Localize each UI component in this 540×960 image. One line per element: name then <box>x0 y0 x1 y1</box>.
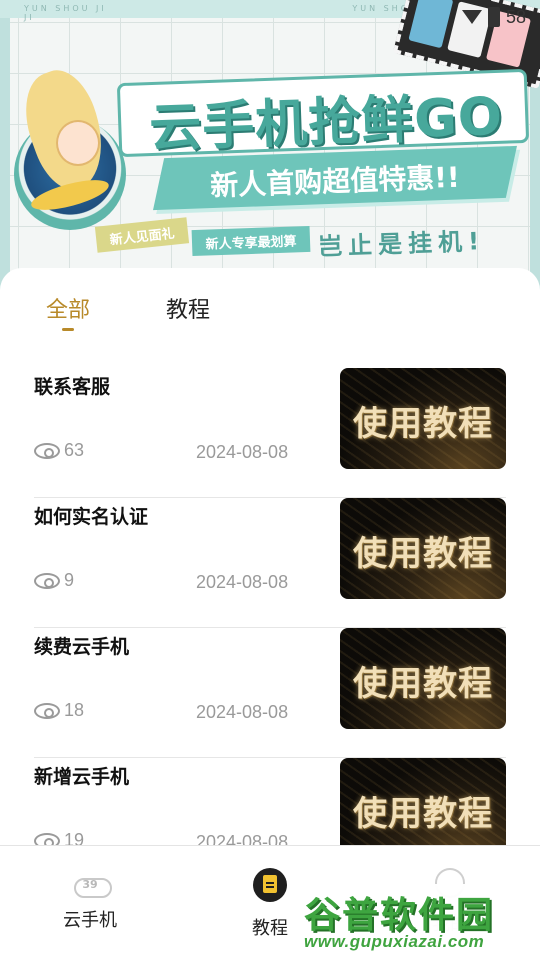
article-title: 续费云手机 <box>34 636 130 658</box>
article-date: 2024-08-08 <box>196 572 289 592</box>
article-thumbnail[interactable]: 使用教程 <box>340 498 506 599</box>
watermark-url: www.gupuxiazai.com <box>304 932 485 951</box>
category-tabs: 全部 教程 <box>0 268 540 338</box>
watermark-main-text: 谷普软件园 <box>304 895 495 936</box>
nav-cloud-phone[interactable]: 39 云手机 <box>30 868 150 932</box>
wifi-icon <box>461 10 482 24</box>
content-card: 全部 教程 联系客服 63 2024-08-08 使用教程 如何实名认证 9 2… <box>0 268 540 859</box>
view-count: 63 <box>34 440 84 461</box>
article-title: 新增云手机 <box>34 766 130 788</box>
article-thumbnail[interactable]: 使用教程 <box>340 628 506 729</box>
tab-all[interactable]: 全部 <box>46 292 90 324</box>
article-title: 联系客服 <box>34 376 111 398</box>
cloud-phone-icon: 39 <box>72 868 112 898</box>
article-title: 如何实名认证 <box>34 506 149 528</box>
thumbnail-text: 使用教程 <box>353 404 493 444</box>
view-count-value: 9 <box>64 570 75 590</box>
eye-icon <box>34 572 60 589</box>
site-watermark: 谷普软件园 www.gupuxiazai.com <box>296 884 540 960</box>
view-count-value: 63 <box>64 440 85 460</box>
banner-tag-newuser: 新人专享最划算 <box>191 225 311 257</box>
thumbnail-text: 使用教程 <box>353 794 493 834</box>
status-time: 58 <box>505 6 526 27</box>
view-count: 18 <box>34 700 84 721</box>
view-count: 9 <box>34 570 74 591</box>
eye-icon <box>34 442 60 459</box>
article-thumbnail[interactable]: 使用教程 <box>340 758 506 859</box>
thumbnail-text: 使用教程 <box>353 534 493 574</box>
battery-icon <box>487 7 500 27</box>
article-date: 2024-08-08 <box>196 442 289 462</box>
tab-tutorial[interactable]: 教程 <box>166 292 210 324</box>
article-thumbnail[interactable]: 使用教程 <box>340 368 506 469</box>
promo-banner[interactable]: YUN SHOU JI YUN SHOU JI 云手机抢鲜GO 新人首购超值特惠… <box>0 0 540 300</box>
list-item[interactable]: 联系客服 63 2024-08-08 使用教程 <box>34 368 506 498</box>
article-date: 2024-08-08 <box>196 702 289 722</box>
eye-icon <box>34 702 60 719</box>
view-count-value: 18 <box>64 700 85 720</box>
banner-slogan: 岂止是挂机! <box>317 227 486 261</box>
active-tab-indicator <box>62 328 74 331</box>
nav-cloud-phone-label: 云手机 <box>63 910 117 931</box>
banner-strip-text-left: YUN SHOU JI <box>24 4 107 13</box>
list-item[interactable]: 续费云手机 18 2024-08-08 使用教程 <box>34 628 506 758</box>
status-bar: 58 <box>461 4 526 30</box>
mascot-face-decoration <box>56 120 100 166</box>
thumbnail-text: 使用教程 <box>353 664 493 704</box>
book-icon <box>253 868 287 902</box>
list-item[interactable]: 如何实名认证 9 2024-08-08 使用教程 <box>34 498 506 628</box>
